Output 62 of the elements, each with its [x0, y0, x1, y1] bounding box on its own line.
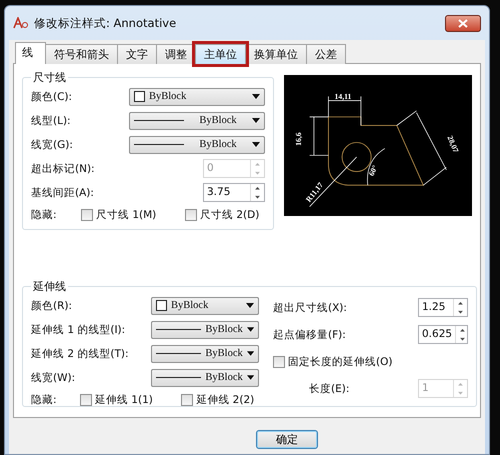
dropdown-arrow-icon — [252, 118, 260, 123]
app-logo-icon — [13, 17, 29, 29]
color-swatch-icon — [156, 300, 167, 311]
color-swatch-icon — [134, 91, 145, 102]
checkbox-label: 延伸线 1(1) — [94, 393, 153, 407]
line-sample-icon — [156, 329, 202, 330]
tab[interactable]: 公差 — [306, 44, 346, 64]
line-sample-icon — [156, 377, 202, 378]
dropdown-arrow-icon — [252, 94, 260, 99]
field-label: 超出标记(N): — [31, 162, 95, 176]
dropdown-arrow-icon — [246, 327, 254, 332]
checkbox-label: 固定长度的延伸线(O) — [288, 354, 392, 368]
close-button[interactable] — [445, 14, 481, 32]
field-label: 隐藏: — [31, 393, 58, 407]
checkbox[interactable] — [181, 394, 194, 406]
field-label: 基线间距(A): — [31, 186, 94, 200]
tab[interactable]: 符号和箭头 — [45, 44, 118, 64]
tab[interactable]: 主单位 — [195, 44, 246, 64]
group-title: 延伸线 — [32, 279, 67, 294]
dropdown-arrow-icon — [246, 351, 254, 356]
field-label: 超出尺寸线(X): — [273, 300, 347, 314]
dimension-label: 16,6 — [294, 132, 304, 146]
ok-button[interactable]: 确定 — [256, 430, 318, 449]
checkbox[interactable] — [185, 209, 197, 221]
field-label: 线宽(W): — [31, 370, 76, 384]
spinner-field[interactable]: 1.25 — [418, 298, 468, 317]
spinner-field[interactable]: 3.75 — [203, 183, 265, 202]
linetype-dropdown[interactable]: ByBlock — [151, 344, 259, 362]
dropdown-arrow-icon — [246, 303, 254, 308]
close-icon — [458, 18, 468, 28]
field-label: 颜色(C): — [31, 90, 72, 104]
group-title: 尺寸线 — [32, 70, 67, 85]
checkbox[interactable] — [273, 356, 285, 368]
checkbox-label: 尺寸线 1(M) — [96, 208, 156, 222]
linetype-dropdown[interactable]: ByBlock — [151, 368, 259, 386]
field-label: 延伸线 1 的线型(I): — [31, 322, 126, 336]
field-label: 延伸线 2 的线型(T): — [31, 346, 128, 360]
checkbox-label: 尺寸线 2(D) — [200, 208, 260, 222]
line-sample-icon — [134, 120, 184, 121]
field-label: 隐藏: — [31, 208, 58, 222]
window-title: 修改标注样式: Annotative — [34, 16, 178, 30]
tab[interactable]: 线 — [15, 42, 46, 64]
dropdown-arrow-icon — [246, 375, 254, 380]
field-label: 颜色(R): — [31, 298, 72, 312]
linetype-dropdown[interactable]: ByBlock — [151, 320, 259, 338]
field-label: 线宽(G): — [31, 138, 73, 152]
field-label: 起点偏移量(F): — [273, 328, 346, 342]
spinner-field[interactable]: 0.625 — [418, 325, 468, 344]
field-label: 线型(L): — [31, 114, 71, 128]
dropdown-arrow-icon — [252, 142, 260, 147]
tab[interactable]: 文字 — [117, 44, 157, 64]
checkbox[interactable] — [81, 209, 93, 221]
linetype-dropdown[interactable]: ByBlock — [129, 136, 265, 154]
field-label: 长度(E): — [309, 382, 350, 396]
checkbox[interactable] — [80, 394, 92, 406]
checkbox-label: 延伸线 2(2) — [196, 393, 254, 407]
color-dropdown[interactable]: ByBlock — [129, 88, 265, 106]
dimension-label: 14,11 — [334, 92, 352, 101]
linetype-dropdown[interactable]: ByBlock — [129, 112, 265, 130]
color-dropdown[interactable]: ByBlock — [151, 296, 259, 314]
line-sample-icon — [134, 144, 184, 145]
line-sample-icon — [156, 353, 202, 354]
